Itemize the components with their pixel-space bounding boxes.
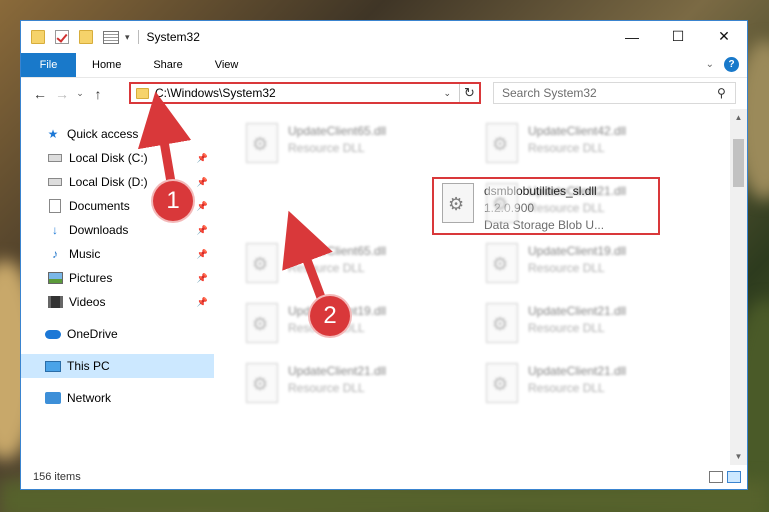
annotation-arrows bbox=[137, 91, 333, 302]
arrow-1 bbox=[137, 91, 192, 189]
arrow-2 bbox=[282, 210, 333, 302]
callout-badge-2: 2 bbox=[310, 296, 350, 336]
callout-badge-1: 1 bbox=[153, 181, 193, 221]
